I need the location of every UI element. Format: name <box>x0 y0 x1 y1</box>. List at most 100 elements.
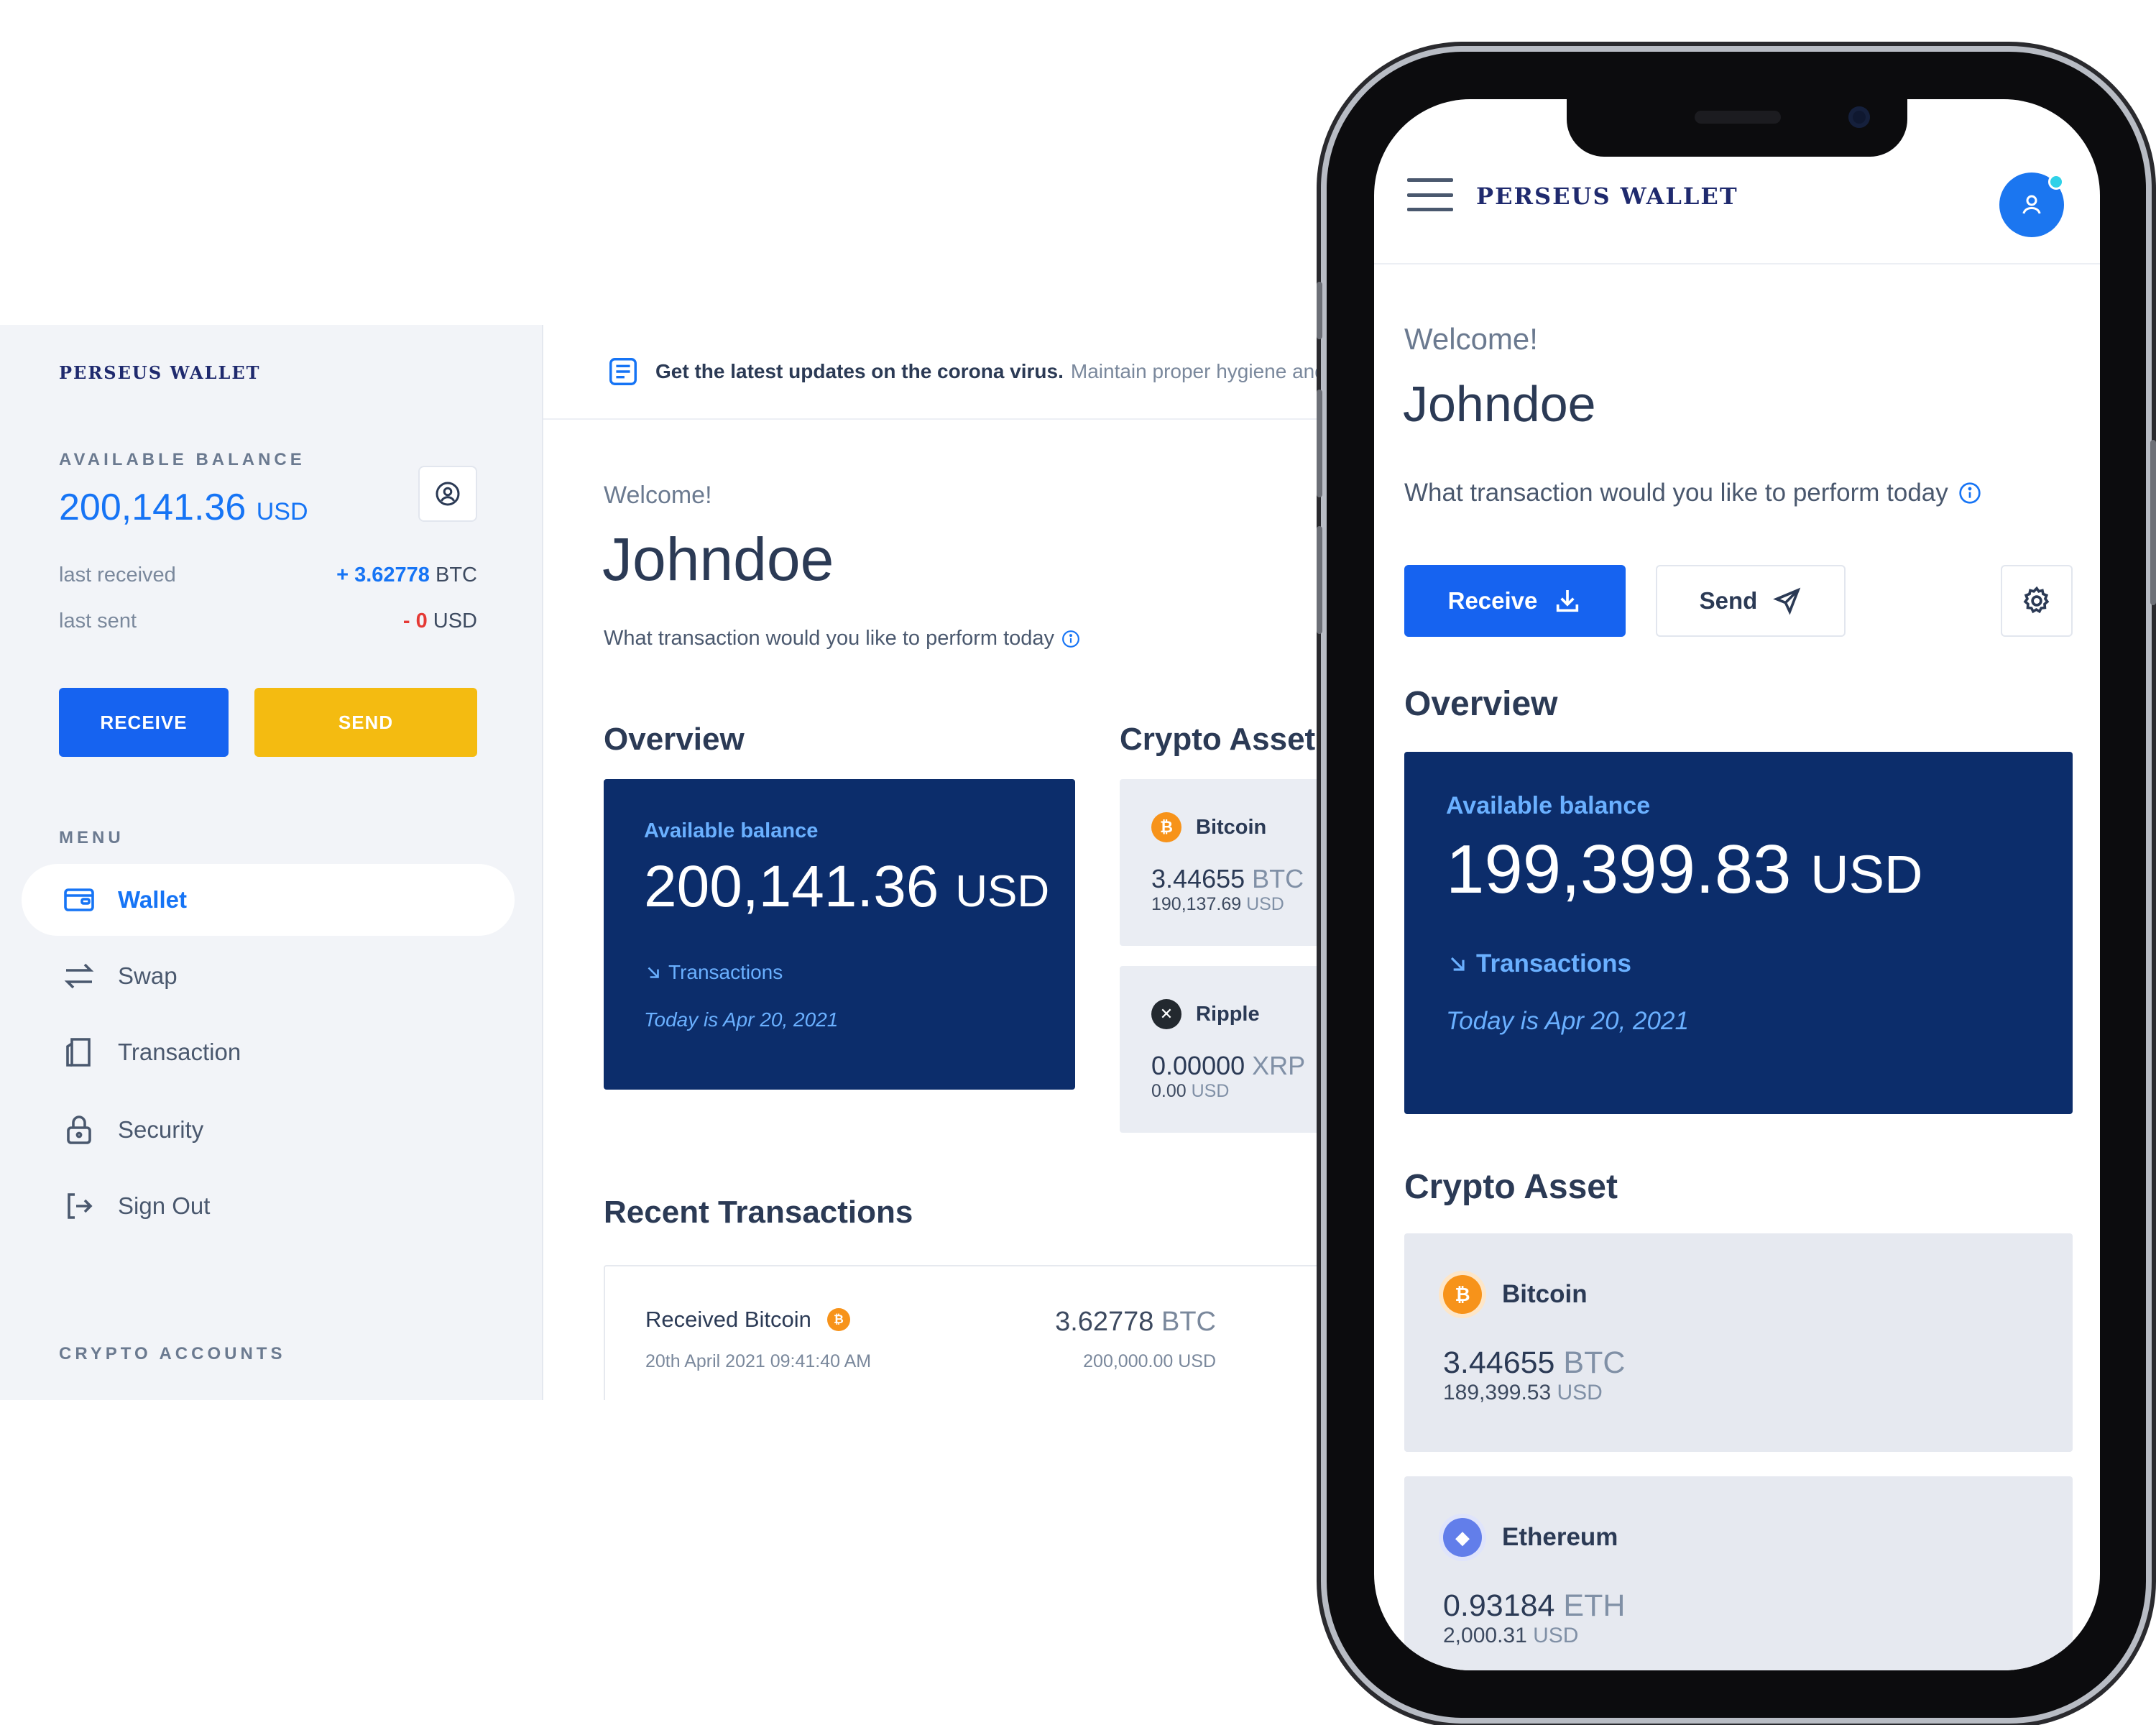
overview-balance-amount: 200,141.36 <box>644 854 939 919</box>
bitcoin-icon: ₿ <box>1443 1275 1482 1314</box>
lock-icon <box>59 1110 99 1150</box>
overview-card: Available balance 200,141.36 USD Transac… <box>604 779 1075 1090</box>
asset-amount-unit: BTC <box>1252 864 1304 893</box>
sidebar-item-label: Wallet <box>118 886 187 913</box>
brand-logo[interactable]: PERSEUS WALLET <box>59 362 260 383</box>
mobile-brand-logo[interactable]: PERSEUS WALLET <box>1476 183 1738 210</box>
transaction-usd: 200,000.00 USD <box>1083 1351 1216 1371</box>
asset-amount-value: 3.44655 <box>1443 1346 1555 1380</box>
last-sent-unit: USD <box>433 610 477 632</box>
bitcoin-icon: ₿ <box>1151 812 1181 842</box>
asset-usd: 190,137.69 USD <box>1151 894 1351 915</box>
mobile-welcome-text: Welcome! <box>1404 322 1538 356</box>
mobile-transactions-link[interactable]: Transactions <box>1446 949 2073 978</box>
last-received-row: last received + 3.62778 BTC <box>59 564 477 587</box>
settings-button[interactable] <box>2001 565 2073 637</box>
sign-out-icon <box>59 1186 99 1226</box>
transaction-title: Received Bitcoin ₿ <box>645 1307 850 1333</box>
notification-dot <box>2048 174 2064 190</box>
avatar[interactable] <box>1999 172 2064 237</box>
asset-header: ₿ Bitcoin <box>1443 1275 2073 1314</box>
asset-amount: 3.44655 BTC <box>1151 864 1351 894</box>
transactions-link-label: Transactions <box>668 961 783 983</box>
banner-text: Maintain proper hygiene and <box>1070 360 1326 382</box>
mobile-transaction-prompt-text: What transaction would you like to perfo… <box>1404 479 1948 507</box>
asset-amount-unit: ETH <box>1563 1588 1626 1623</box>
last-sent-label: last sent <box>59 610 137 632</box>
phone-camera <box>1848 106 1870 128</box>
asset-amount-value: 3.44655 <box>1151 864 1245 893</box>
send-button[interactable]: SEND <box>254 688 477 757</box>
asset-usd-value: 0.00 <box>1151 1081 1187 1101</box>
asset-amount: 0.93184 ETH <box>1443 1588 2073 1624</box>
sidebar-item-transaction[interactable]: Transaction <box>22 1016 515 1088</box>
mobile-transactions-link-label: Transactions <box>1476 949 1631 978</box>
asset-usd-unit: USD <box>1557 1381 1603 1404</box>
transaction-amount-unit: BTC <box>1161 1307 1216 1337</box>
transaction-title-text: Received Bitcoin <box>645 1307 811 1332</box>
info-icon[interactable] <box>1061 630 1080 648</box>
asset-name: Ethereum <box>1502 1523 1618 1551</box>
asset-card-bitcoin[interactable]: ₿ Bitcoin 3.44655 BTC 190,137.69 USD <box>1120 779 1351 946</box>
transaction-prompt-text: What transaction would you like to perfo… <box>604 627 1055 650</box>
phone-notch <box>1567 99 1907 157</box>
asset-amount-unit: BTC <box>1563 1346 1626 1380</box>
asset-header: ◆ Ethereum <box>1443 1518 2073 1557</box>
asset-amount-value: 0.93184 <box>1443 1588 1555 1623</box>
asset-header: ₿ Bitcoin <box>1151 812 1351 842</box>
sidebar-item-wallet[interactable]: Wallet <box>22 864 515 936</box>
gear-icon <box>2023 586 2050 614</box>
available-balance-label: AVAILABLE BALANCE <box>59 450 305 469</box>
phone-volume-down <box>1317 526 1322 634</box>
last-received-value: + 3.62778 BTC <box>336 564 477 587</box>
mobile-transaction-prompt: What transaction would you like to perfo… <box>1404 479 1981 507</box>
mobile-receive-button[interactable]: Receive <box>1404 565 1626 637</box>
asset-usd: 0.00 USD <box>1151 1081 1351 1102</box>
transaction-prompt: What transaction would you like to perfo… <box>604 627 1080 650</box>
mobile-overview-balance-value: 199,399.83 USD <box>1446 830 2073 909</box>
balance-amount: 200,141.36 <box>59 487 247 528</box>
transaction-row[interactable]: Received Bitcoin ₿ 20th April 2021 09:41… <box>604 1265 1351 1400</box>
receive-button[interactable]: RECEIVE <box>59 688 229 757</box>
news-banner[interactable]: Get the latest updates on the corona vir… <box>543 325 1351 420</box>
username: Johndoe <box>602 525 834 593</box>
mobile-asset-card-bitcoin[interactable]: ₿ Bitcoin 3.44655 BTC 189,399.53 USD <box>1404 1233 2073 1452</box>
mobile-overview-title: Overview <box>1404 685 1558 723</box>
phone-volume-up <box>1317 390 1322 497</box>
bitcoin-icon: ₿ <box>826 1308 850 1331</box>
menu-label: MENU <box>59 828 124 847</box>
user-circle-icon <box>436 482 460 506</box>
asset-amount: 0.00000 XRP <box>1151 1051 1351 1081</box>
mobile-send-button[interactable]: Send <box>1656 565 1846 637</box>
last-received-unit: BTC <box>436 564 477 586</box>
phone-mute-switch <box>1317 282 1322 339</box>
asset-card-ripple[interactable]: ✕ Ripple 0.00000 XRP 0.00 USD <box>1120 966 1351 1133</box>
transactions-link[interactable]: Transactions <box>644 961 1075 984</box>
phone-power-button <box>2150 440 2156 605</box>
transaction-time: 20th April 2021 09:41:40 AM <box>645 1351 872 1371</box>
asset-usd-value: 2,000.31 <box>1443 1624 1527 1647</box>
sidebar-item-swap[interactable]: Swap <box>22 940 515 1012</box>
asset-usd: 2,000.31 USD <box>1443 1624 2073 1648</box>
asset-usd-unit: USD <box>1533 1624 1579 1647</box>
account-button[interactable] <box>418 466 477 522</box>
hamburger-menu-icon[interactable] <box>1407 178 1453 211</box>
sidebar-item-security[interactable]: Security <box>22 1094 515 1166</box>
paper-plane-icon <box>1773 587 1801 615</box>
mobile-overview-card: Available balance 199,399.83 USD Transac… <box>1404 752 2073 1114</box>
asset-name: Bitcoin <box>1502 1280 1588 1308</box>
desktop-dashboard: PERSEUS WALLET AVAILABLE BALANCE 200,141… <box>0 325 1351 1400</box>
mobile-asset-card-ethereum[interactable]: ◆ Ethereum 0.93184 ETH 2,000.31 USD <box>1404 1476 2073 1670</box>
asset-usd-unit: USD <box>1191 1081 1230 1101</box>
asset-amount: 3.44655 BTC <box>1443 1346 2073 1381</box>
info-icon[interactable] <box>1958 482 1981 505</box>
asset-name: Ripple <box>1196 1002 1260 1026</box>
last-received-label: last received <box>59 564 176 586</box>
transaction-amount-value: 3.62778 <box>1055 1307 1154 1337</box>
mobile-crypto-asset-title: Crypto Asset <box>1404 1168 1618 1206</box>
asset-usd-unit: USD <box>1246 894 1284 914</box>
wallet-icon <box>59 880 99 920</box>
sidebar-item-sign-out[interactable]: Sign Out <box>22 1170 515 1242</box>
last-sent-value: - 0 USD <box>403 610 477 633</box>
news-icon <box>609 358 637 385</box>
